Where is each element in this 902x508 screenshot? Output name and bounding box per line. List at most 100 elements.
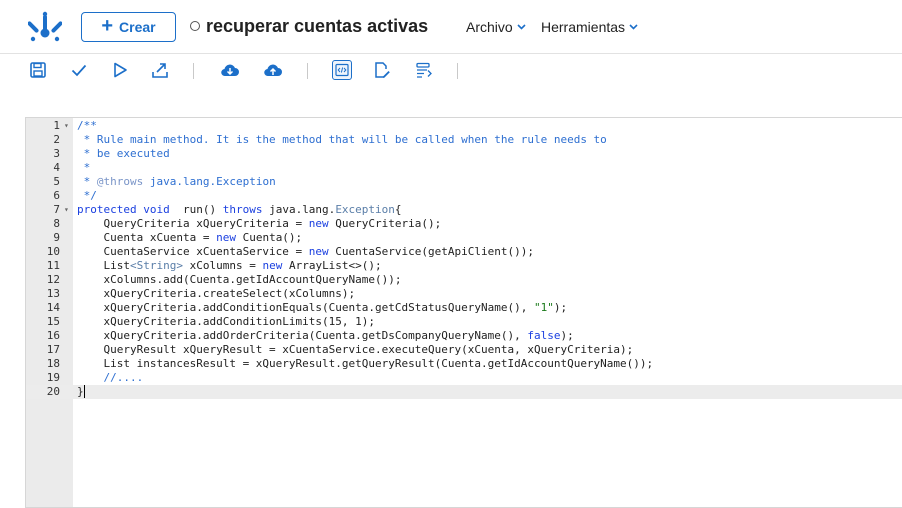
code-line[interactable]: 9 Cuenta xCuenta = new Cuenta(); xyxy=(26,231,902,245)
code-line[interactable]: 11 List<String> xColumns = new ArrayList… xyxy=(26,259,902,273)
chevron-down-icon xyxy=(517,24,526,30)
code-text: * Rule main method. It is the method tha… xyxy=(77,133,607,147)
toolbar-divider xyxy=(307,63,308,79)
toolbar-divider xyxy=(457,63,458,79)
code-text: xQueryCriteria.createSelect(xColumns); xyxy=(77,287,355,301)
app-logo-icon[interactable] xyxy=(28,11,62,43)
code-token: //.... xyxy=(77,371,144,384)
download-cloud-icon[interactable] xyxy=(220,60,240,80)
code-line[interactable]: 10 CuentaService xCuentaService = new Cu… xyxy=(26,245,902,259)
code-token: new xyxy=(216,231,236,244)
code-token: * be executed xyxy=(77,147,170,160)
code-line[interactable]: 3 * be executed xyxy=(26,147,902,161)
code-token: CuentaService xCuentaService = xyxy=(77,245,309,258)
code-token: ); xyxy=(553,301,568,314)
code-line[interactable]: 12 xColumns.add(Cuenta.getIdAccountQuery… xyxy=(26,273,902,287)
code-token: false xyxy=(527,329,561,342)
line-number: 2 xyxy=(53,133,60,146)
code-text: List instancesResult = xQueryResult.getQ… xyxy=(77,357,653,371)
code-line[interactable]: 5 * @throws java.lang.Exception xyxy=(26,175,902,189)
line-number: 9 xyxy=(53,231,60,244)
menu-herramientas[interactable]: Herramientas xyxy=(541,19,638,35)
toolbar-divider xyxy=(193,63,194,79)
code-token: <String> xyxy=(129,259,183,272)
code-line[interactable]: 18 List instancesResult = xQueryResult.g… xyxy=(26,357,902,371)
code-line[interactable]: 1 ▾ /** xyxy=(26,119,902,133)
code-line[interactable]: 13 xQueryCriteria.createSelect(xColumns)… xyxy=(26,287,902,301)
code-line[interactable]: 4 * xyxy=(26,161,902,175)
code-text: xQueryCriteria.addConditionLimits(15, 1)… xyxy=(77,315,375,329)
text-cursor xyxy=(83,385,85,398)
code-token: run() xyxy=(169,203,223,216)
code-text: protected void run() throws java.lang.Ex… xyxy=(77,203,402,217)
format-list-icon[interactable] xyxy=(414,60,434,80)
code-token: QueryResult xQueryResult = xCuentaServic… xyxy=(77,343,634,356)
fold-toggle-icon[interactable]: ▾ xyxy=(64,119,69,133)
code-line[interactable]: 2 * Rule main method. It is the method t… xyxy=(26,133,902,147)
code-token: new xyxy=(308,245,329,258)
line-number: 1 xyxy=(53,119,60,132)
line-number: 15 xyxy=(46,315,60,328)
code-token: xColumns.add(Cuenta.getIdAccountQueryNam… xyxy=(77,273,402,286)
line-number: 17 xyxy=(46,343,60,356)
code-line[interactable]: 7 ▾ protected void run() throws java.lang.… xyxy=(26,203,902,217)
code-editor[interactable]: 1 ▾/** 2 * Rule main method. It is the met… xyxy=(25,117,902,508)
save-icon[interactable] xyxy=(28,60,48,80)
code-line[interactable]: 6 */ xyxy=(26,189,902,203)
code-line[interactable]: 15 xQueryCriteria.addConditionLimits(15,… xyxy=(26,315,902,329)
code-text: * be executed xyxy=(77,147,170,161)
code-text: * @throws java.lang.Exception xyxy=(77,175,276,189)
code-text: /** xyxy=(77,119,97,133)
code-line[interactable]: 19 //.... xyxy=(26,371,902,385)
run-icon[interactable] xyxy=(110,60,130,80)
code-line[interactable]: 17 QueryResult xQueryResult = xCuentaSer… xyxy=(26,343,902,357)
line-number: 12 xyxy=(46,273,60,286)
top-bar: + Crear recuperar cuentas activas Archiv… xyxy=(0,0,902,54)
code-token: Cuenta xCuenta = xyxy=(77,231,217,244)
code-view-icon[interactable] xyxy=(332,60,352,80)
line-number: 3 xyxy=(53,147,60,160)
code-token: CuentaService(getApiClient()); xyxy=(328,245,534,258)
toolbar xyxy=(0,55,902,86)
code-token: new xyxy=(262,259,283,272)
code-line[interactable]: 8 QueryCriteria xQueryCriteria = new Que… xyxy=(26,217,902,231)
code-text: xQueryCriteria.addConditionEquals(Cuenta… xyxy=(77,301,567,315)
fold-toggle-icon[interactable]: ▾ xyxy=(64,203,69,217)
code-text: } xyxy=(77,385,85,399)
code-token: * Rule main method. It is the method tha… xyxy=(77,133,607,146)
upload-cloud-icon[interactable] xyxy=(263,60,283,80)
code-token: protected void xyxy=(77,203,170,216)
code-token: @throws xyxy=(96,175,144,188)
edit-document-icon[interactable] xyxy=(372,60,392,80)
create-button-label: Crear xyxy=(119,19,156,35)
code-token: ); xyxy=(560,329,574,342)
line-number: 5 xyxy=(53,175,60,188)
code-token: * xyxy=(77,175,97,188)
code-line[interactable]: 14 xQueryCriteria.addConditionEquals(Cue… xyxy=(26,301,902,315)
line-number: 8 xyxy=(53,217,60,230)
code-text: List<String> xColumns = new ArrayList<>(… xyxy=(77,259,381,273)
code-token: throws xyxy=(222,203,263,216)
code-token: Exception xyxy=(335,203,395,216)
code-token: xQueryCriteria.createSelect(xColumns); xyxy=(77,287,356,300)
code-line[interactable]: 20} xyxy=(26,385,902,399)
line-number: 6 xyxy=(53,189,60,202)
code-token: java.lang. xyxy=(262,203,336,216)
create-button[interactable]: + Crear xyxy=(81,12,176,42)
chevron-down-icon xyxy=(629,24,638,30)
page-title: recuperar cuentas activas xyxy=(206,16,429,36)
code-text: Cuenta xCuenta = new Cuenta(); xyxy=(77,231,302,245)
code-token: List instancesResult = xQueryResult.getQ… xyxy=(77,357,654,370)
menu-archivo[interactable]: Archivo xyxy=(466,19,526,35)
check-icon[interactable] xyxy=(69,60,89,80)
code-token: xQueryCriteria.addConditionLimits(15, 1)… xyxy=(77,315,376,328)
code-text: QueryResult xQueryResult = xCuentaServic… xyxy=(77,343,633,357)
export-icon[interactable] xyxy=(150,60,170,80)
code-token: QueryCriteria(); xyxy=(328,217,442,230)
code-text: */ xyxy=(77,189,97,203)
code-line[interactable]: 16 xQueryCriteria.addOrderCriteria(Cuent… xyxy=(26,329,902,343)
line-number: 10 xyxy=(46,245,60,258)
line-number: 20 xyxy=(46,385,60,398)
code-text: QueryCriteria xQueryCriteria = new Query… xyxy=(77,217,441,231)
code-text: * xyxy=(77,161,91,175)
